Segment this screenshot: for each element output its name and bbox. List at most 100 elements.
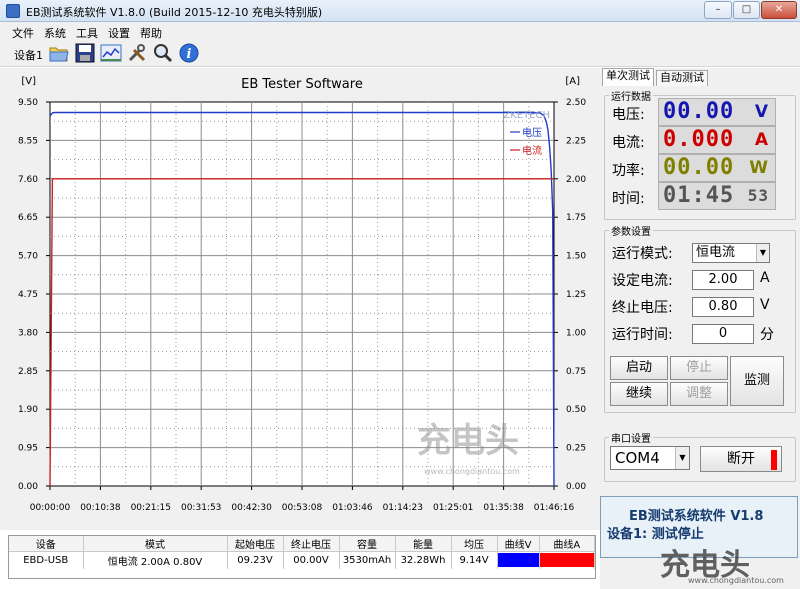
menu-tools[interactable]: 工具 bbox=[76, 25, 98, 41]
y-left-tick-label: 0.00 bbox=[18, 482, 38, 492]
x-tick-label: 01:46:16 bbox=[534, 503, 575, 513]
device-label: 设备1 bbox=[14, 49, 43, 62]
mode-value: 恒电流 bbox=[696, 245, 736, 260]
col-capacity: 容量 bbox=[339, 536, 396, 552]
cell-energy: 32.28Wh bbox=[395, 551, 452, 569]
power-value: 00.00 bbox=[663, 155, 735, 180]
y-left-tick-label: 7.60 bbox=[18, 175, 38, 185]
corner-watermark-url: www.chongdiantou.com bbox=[688, 576, 784, 585]
com-port-select[interactable]: COM4 ▼ bbox=[610, 446, 690, 470]
time-label: 时间: bbox=[612, 191, 645, 207]
y-right-tick-label: 1.75 bbox=[566, 213, 586, 223]
y-right-tick-label: 1.25 bbox=[566, 290, 586, 300]
folder-open-icon[interactable] bbox=[48, 42, 70, 64]
col-curve-a: 曲线A bbox=[539, 536, 595, 552]
y-left-tick-label: 1.90 bbox=[18, 405, 38, 415]
power-unit: W bbox=[749, 158, 769, 178]
run-time-label: 运行时间: bbox=[612, 327, 673, 343]
y-left-tick-label: 8.55 bbox=[18, 136, 38, 146]
y-left-tick-label: 4.75 bbox=[18, 290, 38, 300]
y-left-tick-label: 5.70 bbox=[18, 252, 38, 262]
tools-icon[interactable] bbox=[126, 42, 148, 64]
status-line-1: EB测试系统软件 V1.8 bbox=[629, 509, 764, 524]
col-curve-v: 曲线V bbox=[497, 536, 540, 552]
close-button[interactable]: ✕ bbox=[761, 1, 797, 19]
chart-icon[interactable] bbox=[100, 42, 122, 64]
x-tick-label: 01:14:23 bbox=[383, 503, 423, 513]
cutoff-voltage-label: 终止电压: bbox=[612, 300, 673, 316]
y-right-tick-label: 1.00 bbox=[566, 328, 586, 338]
time-value: 01:45 bbox=[663, 183, 735, 208]
current-unit: A bbox=[754, 130, 769, 150]
mode-select[interactable]: 恒电流 ▼ bbox=[692, 243, 770, 263]
table-row[interactable]: EBD-USB 恒电流 2.00A 0.80V 09.23V 00.00V 35… bbox=[9, 551, 595, 569]
set-current-input[interactable]: 2.00 bbox=[692, 270, 754, 290]
curve-a-swatch[interactable] bbox=[539, 553, 594, 568]
col-device: 设备 bbox=[9, 536, 84, 552]
tab-auto-test[interactable]: 自动测试 bbox=[656, 70, 708, 86]
toolbar: 设备1 i bbox=[0, 40, 800, 67]
menu-file[interactable]: 文件 bbox=[12, 25, 34, 41]
power-display: 00.00 W bbox=[658, 154, 776, 182]
power-label: 功率: bbox=[612, 163, 645, 179]
voltage-label: 电压: bbox=[612, 107, 645, 123]
col-energy: 能量 bbox=[395, 536, 452, 552]
svg-text:i: i bbox=[187, 47, 192, 62]
x-tick-label: 01:03:46 bbox=[332, 503, 373, 513]
save-icon[interactable] bbox=[74, 42, 96, 64]
run-time-input[interactable]: 0 bbox=[692, 324, 754, 344]
y-left-tick-label: 0.95 bbox=[18, 444, 38, 454]
chevron-down-icon[interactable]: ▼ bbox=[675, 447, 689, 469]
minimize-button[interactable]: – bbox=[704, 1, 732, 19]
col-end-voltage: 终止电压 bbox=[283, 536, 340, 552]
curve-v-swatch[interactable] bbox=[497, 553, 539, 568]
run-time-unit: 分 bbox=[760, 327, 774, 343]
right-panel: 单次测试 自动测试 运行数据 电压: 00.00 V 电流: 0.000 A 功… bbox=[600, 68, 800, 589]
current-value: 0.000 bbox=[663, 127, 735, 152]
x-tick-label: 00:10:38 bbox=[80, 503, 121, 513]
col-mode: 模式 bbox=[83, 536, 228, 552]
menu-settings[interactable]: 设置 bbox=[108, 25, 130, 41]
y-left-unit: [V] bbox=[21, 76, 36, 87]
info-icon[interactable]: i bbox=[178, 42, 200, 64]
mode-label: 运行模式: bbox=[612, 246, 673, 262]
time-display: 01:45 53 bbox=[658, 182, 776, 210]
y-left-tick-label: 6.65 bbox=[18, 213, 38, 223]
legend-label: 电流 bbox=[522, 144, 542, 157]
y-left-tick-label: 2.85 bbox=[18, 367, 38, 377]
voltage-display: 00.00 V bbox=[658, 98, 776, 126]
stop-button[interactable]: 停止 bbox=[670, 356, 728, 380]
disconnect-button[interactable]: 断开 bbox=[700, 446, 782, 472]
x-tick-label: 00:00:00 bbox=[30, 503, 71, 513]
x-tick-label: 00:21:15 bbox=[131, 503, 171, 513]
y-right-tick-label: 2.00 bbox=[566, 175, 586, 185]
x-tick-label: 00:42:30 bbox=[231, 503, 272, 513]
y-right-tick-label: 2.25 bbox=[566, 136, 586, 146]
menu-system[interactable]: 系统 bbox=[44, 25, 66, 41]
menu-help[interactable]: 帮助 bbox=[140, 25, 162, 41]
x-tick-label: 00:31:53 bbox=[181, 503, 221, 513]
y-right-tick-label: 0.50 bbox=[566, 405, 586, 415]
continue-button[interactable]: 继续 bbox=[610, 382, 668, 406]
maximize-button[interactable]: □ bbox=[733, 1, 760, 19]
adjust-button[interactable]: 调整 bbox=[670, 382, 728, 406]
start-button[interactable]: 启动 bbox=[610, 356, 668, 380]
chevron-down-icon[interactable]: ▼ bbox=[756, 244, 769, 262]
cell-curve-a[interactable] bbox=[539, 551, 595, 569]
time-seconds: 53 bbox=[747, 186, 769, 205]
monitor-button[interactable]: 监测 bbox=[730, 356, 784, 406]
tab-single-test[interactable]: 单次测试 bbox=[602, 68, 654, 86]
voltage-value: 00.00 bbox=[663, 99, 735, 124]
cell-device: EBD-USB bbox=[9, 551, 84, 569]
current-label: 电流: bbox=[612, 135, 645, 151]
status-table: 设备 模式 起始电压 终止电压 容量 能量 均压 曲线V 曲线A EBD-USB… bbox=[8, 535, 596, 579]
cell-curve-v[interactable] bbox=[497, 551, 540, 569]
x-tick-label: 00:53:08 bbox=[282, 503, 323, 513]
col-avg-voltage: 均压 bbox=[451, 536, 498, 552]
window-title: EB测试系统软件 V1.8.0 (Build 2015-12-10 充电头特别版… bbox=[26, 6, 323, 19]
chart[interactable]: 9.50 8.55 7.60 6.65 5.70 4.75 3.80 2.85 1.90 0.95… bbox=[0, 68, 600, 530]
title-bar[interactable]: EB测试系统软件 V1.8.0 (Build 2015-12-10 充电头特别版… bbox=[0, 0, 800, 22]
cutoff-voltage-input[interactable]: 0.80 bbox=[692, 297, 754, 317]
zoom-icon[interactable] bbox=[152, 42, 174, 64]
set-current-unit: A bbox=[760, 270, 770, 286]
